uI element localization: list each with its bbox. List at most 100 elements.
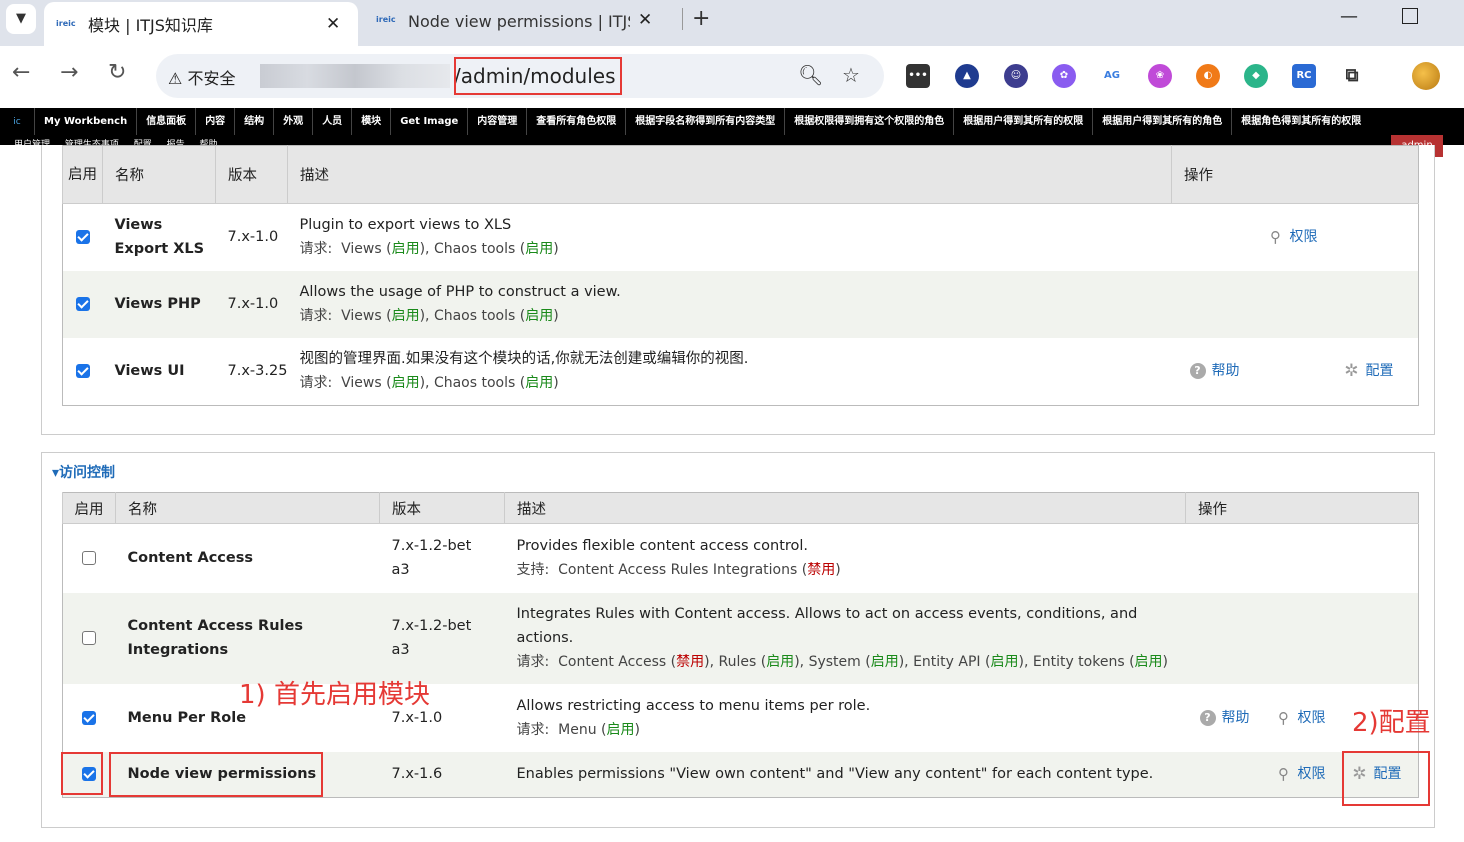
fieldset-legend[interactable]: ▾访问控制 [48,462,120,482]
admin-menu-item[interactable]: 根据权限得到拥有这个权限的角色 [784,108,953,135]
requirement-status: 启用 [1134,654,1163,670]
help-link[interactable]: ? 帮助 [1199,706,1250,730]
requirements-label: 请求: [516,654,550,670]
col-operations: 操作 [1171,145,1419,204]
url-highlight-box [454,57,622,95]
module-operations [1185,592,1419,684]
tab-modules[interactable]: ireic 模块 | ITJS知识库 ✕ [44,2,358,46]
admin-menu-item[interactable]: 根据角色得到其所有的权限 [1231,108,1370,135]
requirement-status: 启用 [525,308,554,324]
permissions-link[interactable]: ⚲ 权限 [1276,762,1326,786]
requirements-label: 请求: [299,308,333,324]
admin-menu-item[interactable]: 模块 [351,108,390,135]
requirement-name: Content Access Rules Integrations [558,562,798,579]
extension-rc-icon[interactable]: RC [1292,64,1316,88]
new-tab-icon[interactable]: + [692,6,710,31]
reload-icon[interactable]: ↻ [108,60,126,85]
requirement-status: 启用 [606,721,635,738]
admin-menu-item[interactable]: 根据字段名称得到所有内容类型 [625,108,784,135]
permissions-link[interactable]: ⚲ 权限 [1268,225,1318,249]
admin-menu-item[interactable]: 内容管理 [467,108,526,135]
admin-menu-item[interactable]: 根据用户得到其所有的角色 [1092,108,1231,135]
admin-menu-row2-text[interactable]: 用户管理 管理生态事项 配置 报告 帮助 [14,137,217,145]
gear-icon: ✲ [1344,361,1359,382]
col-description: 描述 [287,145,1172,204]
extension-face-icon[interactable]: ☺ [1004,64,1028,88]
requirement-name: Chaos tools [433,241,516,258]
annotation-step2: 2)配置 [1352,708,1431,738]
bookmark-star-icon[interactable]: ☆ [842,63,860,87]
address-bar[interactable]: ⚠ 不安全 /admin/modules 🔍︎ ☆ [156,54,884,98]
configure-link[interactable]: ✲ 配置 [1344,359,1394,383]
admin-menu-item[interactable]: My Workbench [34,108,136,135]
enable-checkbox[interactable] [82,551,97,566]
module-description: 视图的管理界面.如果没有这个模块的话,你就无法创建或编辑你的视图. 请求: Vi… [287,337,1172,406]
module-version: 7.x-3.25 [215,337,288,406]
enable-checkbox[interactable] [75,364,90,379]
extension-brain-icon[interactable]: ❀ [1148,64,1172,88]
enable-checkbox[interactable] [82,710,97,725]
not-secure-indicator[interactable]: ⚠ 不安全 [168,65,235,89]
module-description: Integrates Rules with Content access. Al… [504,592,1186,684]
extension-gear-icon[interactable]: ✿ [1052,64,1076,88]
requirements-label: 请求: [299,241,333,258]
extension-dots-icon[interactable]: ••• [906,64,930,88]
requirement-name: Rules [718,654,757,670]
module-operations: ? 帮助 ✲ 配置 [1171,337,1419,406]
annotation-module-name-box [109,752,323,797]
module-version: 7.x-1.2-beta3 [379,523,505,593]
module-version: 7.x-1.0 [215,203,288,271]
extension-ag-icon[interactable]: AG [1100,64,1124,88]
maximize-icon[interactable] [1402,8,1418,24]
admin-logo-icon[interactable]: ic [0,117,34,127]
help-label: 帮助 [1211,363,1240,380]
enable-checkbox[interactable] [75,297,90,311]
tab-strip: ▼ ireic 模块 | ITJS知识库 ✕ ireic Node view p… [0,0,1464,46]
enable-checkbox[interactable] [75,230,90,245]
profile-avatar[interactable] [1412,62,1440,90]
minimize-icon[interactable]: — [1340,6,1358,27]
module-row: Content Access 7.x-1.2-beta3 Provides fl… [62,523,1419,593]
back-icon[interactable]: ← [12,60,30,85]
description-text: Provides flexible content access control… [516,538,809,555]
close-tab-icon[interactable]: ✕ [326,14,340,34]
zoom-icon[interactable]: 🔍︎ [798,63,823,87]
admin-menu-item[interactable]: 外观 [273,108,312,135]
module-row: Views UI 7.x-3.25 视图的管理界面.如果没有这个模块的话,你就无… [62,337,1419,406]
requirement-status: 启用 [391,308,420,324]
close-tab-icon[interactable]: ✕ [638,10,652,30]
forward-icon[interactable]: → [60,60,78,85]
module-row: Views Export XLS 7.x-1.0 Plugin to expor… [62,203,1419,271]
enable-cell [62,523,116,593]
module-row: Views PHP 7.x-1.0 Allows the usage of PH… [62,270,1419,338]
col-operations: 操作 [1185,492,1419,524]
tab-node-view-permissions[interactable]: ireic Node view permissions | ITJS知识库 ✕ [366,0,676,40]
admin-menu-item[interactable]: 内容 [195,108,234,135]
module-row: Content Access Rules Integrations 7.x-1.… [62,592,1419,684]
annotation-configure-box [1342,751,1430,806]
permissions-label: 权限 [1297,766,1326,783]
tab-search-icon[interactable]: ▼ [6,4,36,34]
warning-icon: ⚠ [168,69,183,88]
extension-leaf-icon[interactable]: ◆ [1244,64,1268,88]
module-table: 启用 名称 版本 描述 操作 Views Export XLS 7.x-1.0 … [62,145,1419,406]
configure-label: 配置 [1365,363,1394,380]
permissions-link[interactable]: ⚲ 权限 [1276,706,1326,730]
admin-menu-item[interactable]: 结构 [234,108,273,135]
admin-menu-item[interactable]: 信息面板 [136,108,195,135]
enable-checkbox[interactable] [82,631,97,645]
admin-menu-item[interactable]: 人员 [312,108,351,135]
admin-menu-item[interactable]: 查看所有角色权限 [526,108,625,135]
extension-triangle-icon[interactable]: ▲ [955,64,979,88]
module-version: 7.x-1.2-beta3 [379,592,505,684]
description-text: Plugin to export views to XLS [299,217,512,234]
extension-orange-icon[interactable]: ◐ [1196,64,1220,88]
requirement-name: Menu [558,721,597,738]
admin-menu-item[interactable]: 根据用户得到其所有的权限 [953,108,1092,135]
help-link[interactable]: ? 帮助 [1189,359,1240,383]
col-enabled: 启用 [62,492,116,524]
admin-menu-item[interactable]: Get Image [390,108,467,135]
extensions-puzzle-icon[interactable]: ⧉ [1340,64,1364,88]
legend-label: 访问控制 [59,465,116,481]
requirement-name: Chaos tools [433,375,516,392]
